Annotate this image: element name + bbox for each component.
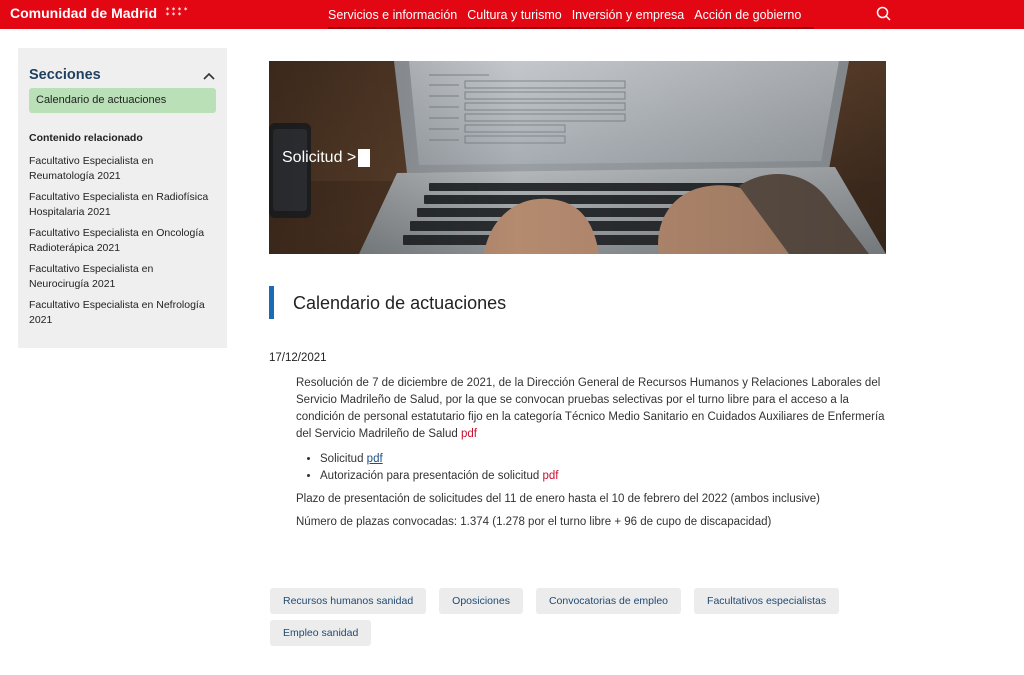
tag-convocatorias[interactable]: Convocatorias de empleo [535,588,682,614]
top-bar: Comunidad de Madrid ✶✶✶✶ ✶✶✶ Servicios e… [0,0,1024,29]
sidebar-header: Secciones [29,66,216,84]
heading-accent-bar [269,286,274,319]
related-item-reumatologia[interactable]: Facultativo Especialista en Reumatología… [29,154,216,184]
tag-recursos-humanos[interactable]: Recursos humanos sanidad [270,588,427,614]
brand-name: Comunidad de Madrid [10,5,157,21]
entry-date: 17/12/2021 [269,352,327,364]
tag-empleo-sanidad[interactable]: Empleo sanidad [270,620,372,646]
hero-banner[interactable]: Solicitud > [269,61,886,254]
sidebar: Secciones Calendario de actuaciones Cont… [18,48,227,348]
main-nav: Servicios e información Cultura y turism… [328,0,811,29]
related-item-oncologia[interactable]: Facultativo Especialista en Oncología Ra… [29,226,216,256]
brand-logo[interactable]: Comunidad de Madrid ✶✶✶✶ ✶✶✶ [10,5,189,21]
page-title: Calendario de actuaciones [293,293,507,313]
tag-oposiciones[interactable]: Oposiciones [439,588,523,614]
star-icon: ✶✶✶✶ ✶✶✶ [165,7,190,18]
plazo-text: Plazo de presentación de solicitudes del… [296,493,821,505]
search-icon[interactable] [875,5,893,23]
hero-label[interactable]: Solicitud > [282,149,371,167]
nav-underline [328,27,814,29]
solicitud-pdf-link[interactable]: pdf [367,453,383,465]
list-item: Autorización para presentación de solici… [320,468,886,485]
related-item-radiofisica[interactable]: Facultativo Especialista en Radiofísica … [29,190,216,220]
entry-content: Resolución de 7 de diciembre de 2021, de… [296,375,886,531]
related-title: Contenido relacionado [29,132,143,144]
documents-list: Solicitud pdf Autorización para presenta… [320,451,886,485]
text-cursor-icon [358,149,371,167]
related-item-neurocirugia[interactable]: Facultativo Especialista en Neurocirugía… [29,262,216,292]
related-item-nefrologia[interactable]: Facultativo Especialista en Nefrología 2… [29,298,216,328]
nav-servicios[interactable]: Servicios e información [328,8,457,22]
tag-facultativos[interactable]: Facultativos especialistas [694,588,840,614]
list-item: Solicitud pdf [320,451,886,468]
resolution-pdf-link[interactable]: pdf [461,428,477,440]
sidebar-title: Secciones [29,67,101,83]
autorizacion-pdf-link[interactable]: pdf [542,470,558,482]
resolution-paragraph: Resolución de 7 de diciembre de 2021, de… [296,377,885,440]
plazas-text: Número de plazas convocadas: 1.374 (1.27… [296,516,772,528]
related-list: Facultativo Especialista en Reumatología… [29,154,216,328]
tag-list: Recursos humanos sanidad Oposiciones Con… [270,588,890,652]
nav-cultura[interactable]: Cultura y turismo [467,8,561,22]
sidebar-item-calendario[interactable]: Calendario de actuaciones [29,88,216,113]
nav-inversion[interactable]: Inversión y empresa [572,8,685,22]
nav-accion[interactable]: Acción de gobierno [694,8,801,22]
chevron-up-icon[interactable] [202,69,216,81]
